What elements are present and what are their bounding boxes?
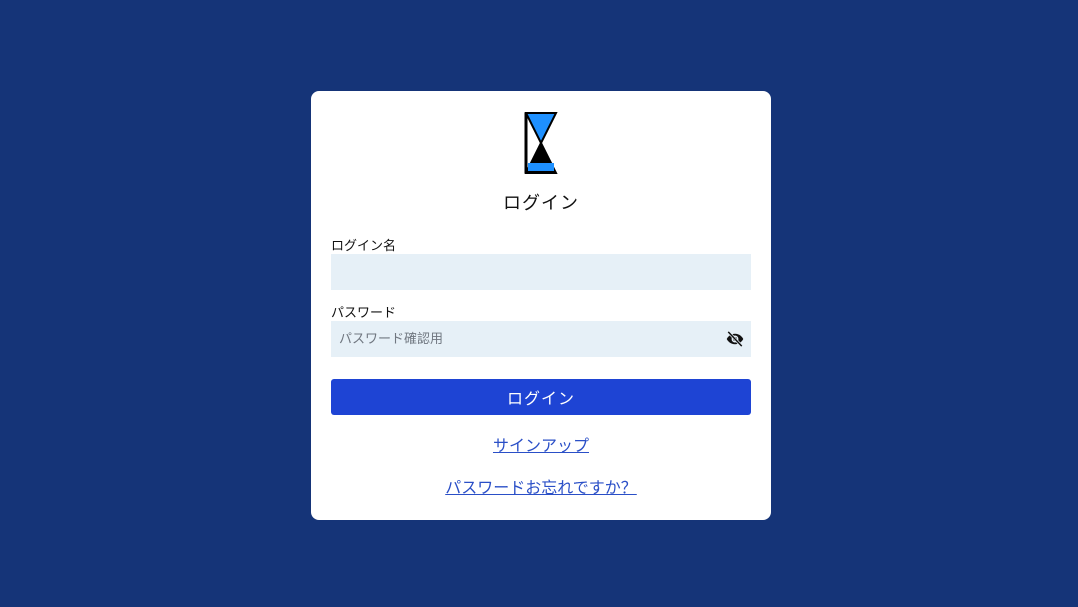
password-label: パスワード <box>331 306 397 321</box>
hourglass-logo-icon <box>524 112 558 174</box>
login-name-input[interactable] <box>331 254 751 290</box>
login-name-label: ログイン名 <box>331 239 397 254</box>
password-input[interactable] <box>331 321 751 357</box>
login-button[interactable]: ログイン <box>331 379 751 415</box>
page-title: ログイン <box>503 193 579 214</box>
forgot-password-link[interactable]: パスワードお忘れですか？ <box>445 478 637 497</box>
signup-link-row: サインアップ <box>311 432 771 456</box>
login-card: ログイン ログイン名 パスワード ログイン サインアップ パスワードお忘れですか… <box>311 91 771 520</box>
eye-off-icon[interactable] <box>725 330 745 348</box>
forgot-password-link-row: パスワードお忘れですか？ <box>311 474 771 498</box>
signup-link[interactable]: サインアップ <box>493 436 589 455</box>
